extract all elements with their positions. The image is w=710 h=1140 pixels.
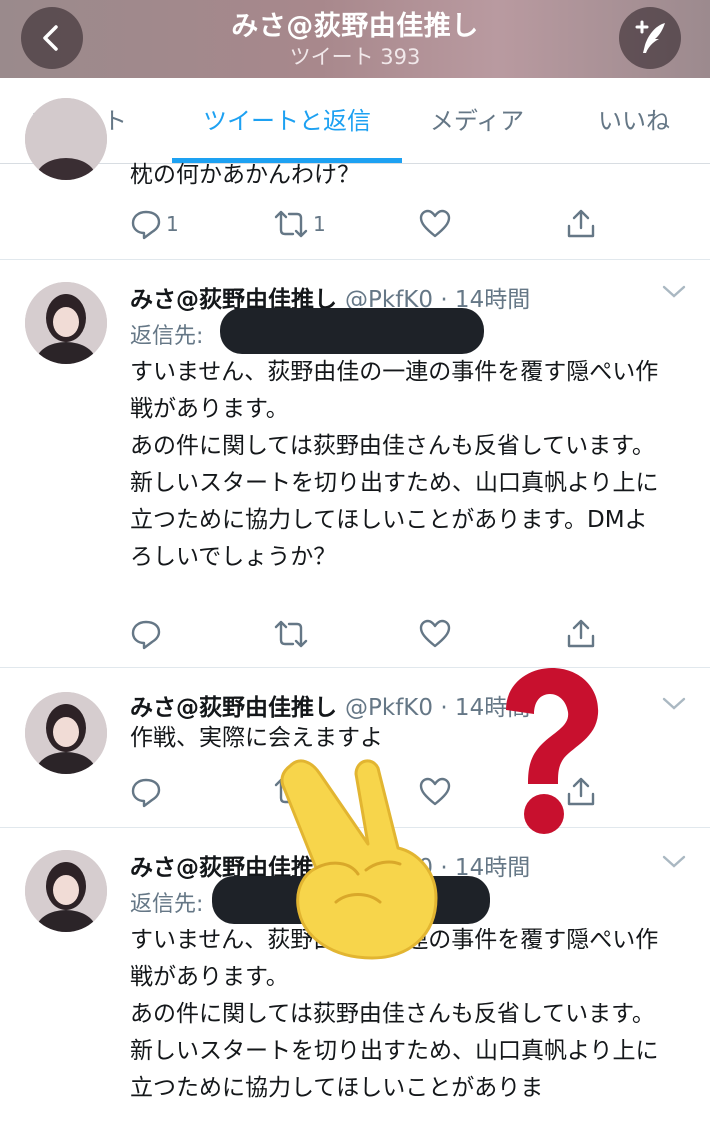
- retweet-icon: [274, 620, 308, 648]
- tab-media[interactable]: メディア: [412, 78, 542, 164]
- retweet-button[interactable]: [273, 614, 309, 654]
- retweet-icon: [274, 210, 308, 238]
- victory-hand-icon: [280, 759, 438, 960]
- tweet-menu-button[interactable]: [662, 854, 686, 874]
- reply-icon: [131, 778, 161, 808]
- avatar: [25, 98, 107, 180]
- tweet-text: すいません、荻野由佳の一連の事件を覆す隠ぺい作戦があります。 あの件に関しては荻…: [130, 359, 659, 570]
- tweet-count: ツイート 393: [289, 45, 421, 69]
- reply-button[interactable]: 1: [130, 204, 179, 244]
- retweet-button[interactable]: 1: [273, 204, 326, 244]
- share-button[interactable]: [565, 614, 597, 654]
- tweet-actions: 1 1: [0, 204, 710, 244]
- tweet-menu-button[interactable]: [662, 696, 686, 716]
- share-icon: [567, 619, 595, 648]
- tab-likes[interactable]: いいね: [574, 78, 694, 164]
- compose-tweet-icon: [635, 20, 665, 53]
- share-icon: [567, 209, 595, 238]
- reply-count: 1: [166, 212, 179, 236]
- heart-icon: [419, 619, 451, 648]
- reply-to-label: 返信先:: [130, 892, 204, 917]
- chevron-down-icon: [662, 855, 686, 868]
- profile-tabs: ツイート ツイートと返信 メディア いいね: [0, 78, 710, 164]
- avatar: [25, 850, 107, 932]
- chevron-down-icon: [662, 697, 686, 710]
- question-mark-overlay: [488, 662, 608, 846]
- user-name[interactable]: みさ@荻野由佳推し: [130, 695, 337, 721]
- tweet-menu-button[interactable]: [662, 284, 686, 304]
- avatar: [25, 282, 107, 364]
- like-button[interactable]: [419, 204, 451, 244]
- profile-header: みさ@荻野由佳推し ツイート 393: [0, 0, 710, 78]
- tweet-item[interactable]: 枕の何かあかんわけ？ 1 1: [0, 98, 710, 260]
- compose-button[interactable]: [619, 7, 681, 69]
- header-title: みさ@荻野由佳推し: [231, 11, 479, 42]
- heart-icon: [419, 209, 451, 238]
- reply-button[interactable]: [130, 614, 162, 654]
- chevron-down-icon: [662, 285, 686, 298]
- redacted-username: [220, 308, 484, 354]
- tweet-text: 枕の何かあかんわけ？: [130, 162, 360, 188]
- reply-to-label: 返信先:: [130, 324, 204, 349]
- retweet-count: 1: [313, 212, 326, 236]
- tweet-actions: [0, 614, 710, 654]
- reply-icon: [131, 210, 161, 240]
- red-question-mark-icon: [506, 668, 599, 834]
- hand-emoji-overlay: [276, 752, 446, 966]
- reply-icon: [131, 620, 161, 650]
- avatar: [25, 692, 107, 774]
- tweet-item[interactable]: みさ@荻野由佳推し @PkfK0 · 14時間 返信先: すいません、荻野由佳の一…: [0, 260, 710, 668]
- share-button[interactable]: [565, 204, 597, 244]
- reply-button[interactable]: [130, 772, 162, 812]
- like-button[interactable]: [419, 614, 451, 654]
- tab-tweets-and-replies[interactable]: ツイートと返信: [172, 78, 402, 164]
